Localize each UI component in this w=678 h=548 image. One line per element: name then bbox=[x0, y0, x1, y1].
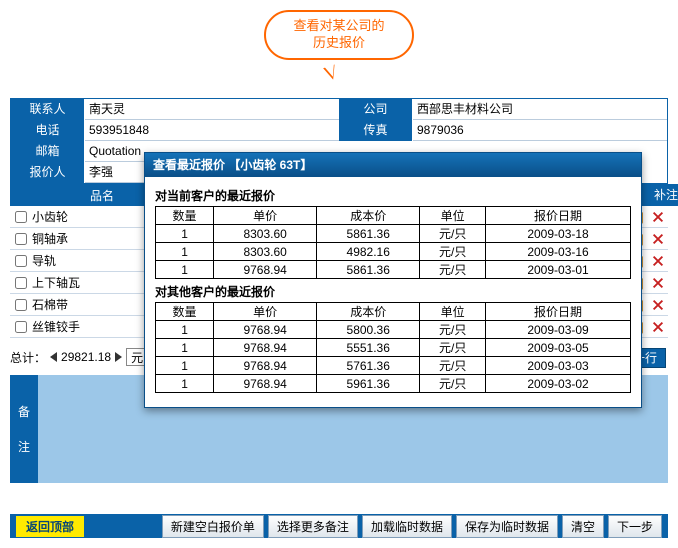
dlg-row: 18303.604982.16元/只2009-03-16 bbox=[156, 243, 631, 261]
value-fax[interactable]: 9879036 bbox=[413, 120, 667, 141]
footer-bar: 返回顶部 新建空白报价单选择更多备注加载临时数据保存为临时数据清空下一步 bbox=[10, 514, 668, 538]
callout-bubble: 查看对某公司的 历史报价 bbox=[0, 10, 678, 90]
dlg-col: 单价 bbox=[214, 207, 317, 225]
value-company[interactable]: 西部思丰材料公司 bbox=[413, 99, 667, 120]
footer-button[interactable]: 保存为临时数据 bbox=[456, 515, 558, 538]
delete-icon[interactable] bbox=[650, 231, 666, 247]
total-label: 总计： bbox=[10, 349, 46, 366]
next-icon[interactable] bbox=[115, 352, 122, 362]
delete-icon[interactable] bbox=[650, 209, 666, 225]
callout-line2: 历史报价 bbox=[313, 35, 365, 52]
history-dialog: 查看最近报价 【小齿轮 63T】 对当前客户的最近报价 数量单价成本价单位报价日… bbox=[144, 152, 642, 408]
col-annotation: 补注 bbox=[650, 184, 678, 206]
row-checkbox[interactable] bbox=[15, 233, 27, 245]
current-customer-table: 数量单价成本价单位报价日期18303.605861.36元/只2009-03-1… bbox=[155, 206, 631, 279]
prev-icon[interactable] bbox=[50, 352, 57, 362]
dlg-col: 数量 bbox=[156, 207, 214, 225]
value-contact[interactable]: 南天灵 bbox=[85, 99, 339, 120]
dialog-title: 查看最近报价 【小齿轮 63T】 bbox=[145, 153, 641, 177]
footer-button[interactable]: 选择更多备注 bbox=[268, 515, 358, 538]
dlg-col: 报价日期 bbox=[486, 303, 631, 321]
section-current: 对当前客户的最近报价 bbox=[155, 187, 631, 204]
dlg-col: 数量 bbox=[156, 303, 214, 321]
footer-button[interactable]: 新建空白报价单 bbox=[162, 515, 264, 538]
dlg-row: 18303.605861.36元/只2009-03-18 bbox=[156, 225, 631, 243]
delete-icon[interactable] bbox=[650, 275, 666, 291]
other-customer-table: 数量单价成本价单位报价日期19768.945800.36元/只2009-03-0… bbox=[155, 302, 631, 393]
row-checkbox[interactable] bbox=[15, 211, 27, 223]
delete-icon[interactable] bbox=[650, 319, 666, 335]
row-checkbox[interactable] bbox=[15, 277, 27, 289]
notes-label: 备 注 bbox=[10, 375, 38, 483]
dlg-row: 19768.945861.36元/只2009-03-01 bbox=[156, 261, 631, 279]
dlg-row: 19768.945961.36元/只2009-03-02 bbox=[156, 375, 631, 393]
dlg-col: 单位 bbox=[420, 303, 486, 321]
row-checkbox[interactable] bbox=[15, 255, 27, 267]
value-phone[interactable]: 593951848 bbox=[85, 120, 339, 141]
row-checkbox[interactable] bbox=[15, 321, 27, 333]
delete-icon[interactable] bbox=[650, 297, 666, 313]
dlg-col: 单价 bbox=[214, 303, 317, 321]
label-fax: 传真 bbox=[339, 120, 413, 141]
total-row: 总计： 29821.18 元 bbox=[10, 348, 160, 366]
label-quoter: 报价人 bbox=[11, 162, 85, 183]
footer-button[interactable]: 下一步 bbox=[608, 515, 662, 538]
label-company: 公司 bbox=[339, 99, 413, 120]
footer-button[interactable]: 清空 bbox=[562, 515, 604, 538]
dlg-col: 报价日期 bbox=[486, 207, 631, 225]
dlg-row: 19768.945761.36元/只2009-03-03 bbox=[156, 357, 631, 375]
dlg-col: 单位 bbox=[420, 207, 486, 225]
label-email: 邮箱 bbox=[11, 141, 85, 162]
back-top-button[interactable]: 返回顶部 bbox=[16, 516, 84, 537]
total-value: 29821.18 bbox=[61, 350, 111, 364]
footer-button[interactable]: 加载临时数据 bbox=[362, 515, 452, 538]
delete-icon[interactable] bbox=[650, 253, 666, 269]
label-phone: 电话 bbox=[11, 120, 85, 141]
dlg-row: 19768.945800.36元/只2009-03-09 bbox=[156, 321, 631, 339]
label-contact: 联系人 bbox=[11, 99, 85, 120]
row-checkbox[interactable] bbox=[15, 299, 27, 311]
dlg-col: 成本价 bbox=[317, 303, 420, 321]
dlg-row: 19768.945551.36元/只2009-03-05 bbox=[156, 339, 631, 357]
dlg-col: 成本价 bbox=[317, 207, 420, 225]
section-other: 对其他客户的最近报价 bbox=[155, 283, 631, 300]
callout-line1: 查看对某公司的 bbox=[293, 18, 384, 35]
